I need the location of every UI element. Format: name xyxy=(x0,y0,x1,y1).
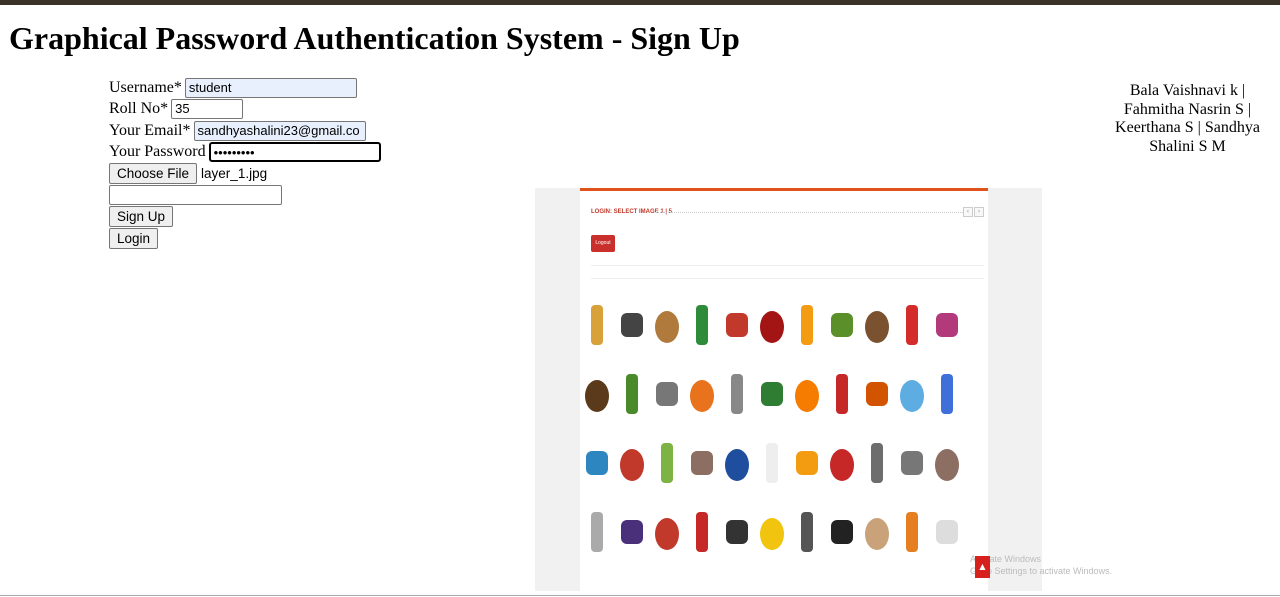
speaker-icon xyxy=(722,504,752,558)
username-input[interactable]: student xyxy=(184,77,357,98)
signup-row: Sign Up xyxy=(109,206,381,228)
preview-logout-button: Logout xyxy=(591,235,615,252)
watermark-line-2: Go to Settings to activate Windows. xyxy=(970,566,1113,576)
scissors-icon xyxy=(582,504,612,558)
peppers-icon xyxy=(652,504,682,558)
torch-icon xyxy=(792,504,822,558)
username-label: Username* xyxy=(109,78,182,96)
email-label: Your Email* xyxy=(109,121,191,139)
credits: Bala Vaishnavi k | Fahmitha Nasrin S | K… xyxy=(1110,82,1265,156)
oranges-icon xyxy=(792,366,822,420)
beer-bottle-icon xyxy=(582,366,612,420)
signup-button[interactable]: Sign Up xyxy=(109,206,174,228)
fan-icon xyxy=(897,366,927,420)
strawberry-icon xyxy=(897,297,927,351)
preview-heading-line xyxy=(655,212,965,214)
apple-icon xyxy=(827,435,857,489)
windows-watermark: Activate Windows Go to Settings to activ… xyxy=(970,553,1112,577)
cola-bottle-icon xyxy=(757,297,787,351)
iron-icon xyxy=(617,504,647,558)
lion-icon xyxy=(687,435,717,489)
airplane-icon xyxy=(722,435,752,489)
lemon-icon xyxy=(757,504,787,558)
email-input[interactable]: sandhyashalini23@gmail.co xyxy=(193,120,366,141)
username-row: Username* student xyxy=(109,77,381,99)
bottom-divider xyxy=(0,595,1280,596)
mug-icon xyxy=(932,366,962,420)
credits-line-2: Fahmitha Nasrin S | xyxy=(1123,100,1252,118)
credits-line-4: Shalini S M xyxy=(1149,137,1226,155)
sprite-can-icon xyxy=(757,366,787,420)
papaya-icon xyxy=(687,366,717,420)
rollno-row: Roll No* 35 xyxy=(109,99,381,121)
fanta-bottle-icon xyxy=(792,435,822,489)
phone-icon xyxy=(582,435,612,489)
next-arrow-icon: › xyxy=(974,207,984,217)
thumbnail-row xyxy=(582,363,962,423)
bird-icon xyxy=(862,297,892,351)
basket-icon xyxy=(652,297,682,351)
wheelbarrow-icon xyxy=(722,366,752,420)
monitor-icon xyxy=(932,297,962,351)
preview-arrows: ‹ › xyxy=(963,207,984,217)
okra-icon xyxy=(617,366,647,420)
preview-card: LOGIN: SELECT IMAGE 1 | 5 ‹ › Logout Act… xyxy=(580,188,1112,594)
thumbnail-row xyxy=(582,501,962,561)
can-icon xyxy=(722,297,752,351)
password-input[interactable]: ••••••••• xyxy=(208,142,381,163)
pineapple-icon xyxy=(582,297,612,351)
preview-divider-1 xyxy=(591,265,984,266)
elephant-icon xyxy=(862,435,892,489)
rollno-input[interactable]: 35 xyxy=(171,99,244,120)
prev-arrow-icon: ‹ xyxy=(963,207,973,217)
goat-icon xyxy=(932,504,962,558)
shoe-icon xyxy=(617,297,647,351)
login-row: Login xyxy=(109,227,381,250)
choose-file-button[interactable]: Choose File xyxy=(109,163,198,185)
thumbnail-grid xyxy=(582,294,962,570)
avocado-icon xyxy=(827,297,857,351)
thumbnail-row xyxy=(582,294,962,354)
fanta-icon xyxy=(792,297,822,351)
credits-line-3: Keerthana S | Sandhya xyxy=(1115,119,1260,136)
watermark-line-1: Activate Windows xyxy=(970,554,1042,564)
preview-divider-2 xyxy=(591,278,984,279)
dog-icon xyxy=(932,435,962,489)
watermelon-icon xyxy=(827,366,857,420)
onions-icon xyxy=(862,504,892,558)
file-row: Choose File layer_1.jpg xyxy=(109,163,381,185)
apples-icon xyxy=(652,435,682,489)
file-name-label: layer_1.jpg xyxy=(201,166,268,182)
extra-input[interactable] xyxy=(109,185,282,206)
ball-icon xyxy=(652,366,682,420)
laptop-icon xyxy=(897,435,927,489)
up-arrow-badge: ▲ xyxy=(975,556,990,578)
thread-icon xyxy=(757,435,787,489)
coke-can-icon xyxy=(617,435,647,489)
password-row: Your Password ••••••••• xyxy=(109,142,381,164)
thumbnail-row xyxy=(582,432,962,492)
page-title: Graphical Password Authentication System… xyxy=(9,20,740,56)
credits-line-1: Bala Vaishnavi k | xyxy=(1129,82,1246,99)
car-icon xyxy=(862,366,892,420)
login-button[interactable]: Login xyxy=(109,227,159,249)
uploaded-image-preview: LOGIN: SELECT IMAGE 1 | 5 ‹ › Logout Act… xyxy=(535,188,1112,594)
email-row: Your Email* sandhyashalini23@gmail.co xyxy=(109,120,381,142)
cpu-icon xyxy=(827,504,857,558)
password-label: Your Password xyxy=(109,143,206,161)
rollno-label: Roll No* xyxy=(109,100,169,118)
extra-row xyxy=(109,185,381,207)
pumpkin-icon xyxy=(897,504,927,558)
motorcycle-icon xyxy=(687,504,717,558)
bottle-icon xyxy=(687,297,717,351)
signup-form: Username* student Roll No* 35 Your Email… xyxy=(109,77,381,249)
